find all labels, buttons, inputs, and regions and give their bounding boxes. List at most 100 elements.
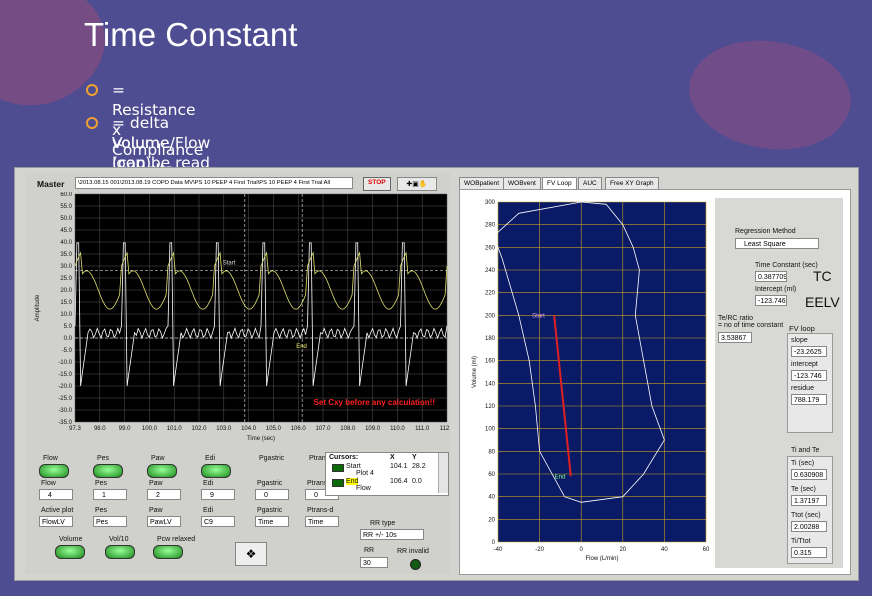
- rr-type-select[interactable]: RR +/- 10s: [360, 529, 424, 540]
- bottom-button-label: Vol/10: [109, 536, 129, 543]
- warning-message: Set Cxy before any calculation!!: [314, 398, 435, 407]
- regression-select[interactable]: Least Square: [735, 238, 819, 249]
- x-tick-label: 110.0: [390, 426, 405, 432]
- te-rc-field: 3.53867: [718, 332, 752, 343]
- x-tick-label: 111.0: [415, 426, 430, 432]
- plot-select-field[interactable]: Time: [255, 516, 289, 527]
- fv-x-tick-label: 60: [703, 547, 710, 553]
- stop-button-label: STOP: [368, 179, 386, 186]
- cursor-row[interactable]: Start Plot 4 104.1 28.2: [326, 463, 436, 478]
- labview-window: Master \2013.08.15 001\2013.08.19 COPD D…: [14, 167, 859, 581]
- plot-select-field[interactable]: Pes: [93, 516, 127, 527]
- ti-field-value: 0.630908: [791, 469, 827, 480]
- file-path-field[interactable]: \2013.08.15 001\2013.08.19 COPD Data MV\…: [75, 177, 353, 189]
- channel-toggle-button[interactable]: [201, 464, 231, 478]
- y-tick-label: 10.0: [60, 312, 72, 318]
- cursor-table[interactable]: Cursors: X Y Start Plot 4 104.1 28.2 End…: [325, 452, 449, 496]
- channel-numeric-label: Edi: [203, 480, 214, 487]
- fv-y-tick-label: 240: [485, 268, 496, 274]
- channel-numeric-field[interactable]: 2: [147, 489, 181, 500]
- bottom-toggle-button[interactable]: [153, 545, 183, 559]
- bottom-toggle-button[interactable]: [105, 545, 135, 559]
- y-tick-label: -30.0: [58, 408, 72, 414]
- fv-x-tick-label: 0: [580, 547, 584, 553]
- fv-x-tick-label: -40: [494, 547, 503, 553]
- plot-select-field[interactable]: C9: [201, 516, 235, 527]
- ti-te-label: Ti and Te: [791, 447, 820, 454]
- y-tick-label: 60.0: [60, 192, 72, 198]
- plot-select-field[interactable]: FlowLV: [39, 516, 73, 527]
- cursor-header-x: X: [390, 454, 395, 461]
- ti-field-label: Te (sec): [791, 486, 816, 493]
- x-tick-label: 108.0: [340, 426, 356, 432]
- toggle-label: Paw: [151, 455, 165, 462]
- intercept-label: Intercept (ml): [755, 286, 797, 293]
- rr-invalid-led: [410, 559, 421, 570]
- stop-button[interactable]: STOP: [363, 177, 391, 191]
- ti-field-value: 2.00288: [791, 521, 827, 532]
- fv-y-tick-label: 0: [492, 540, 496, 546]
- cursor-y: 28.2: [412, 463, 426, 470]
- rr-label: RR: [364, 547, 375, 554]
- channel-numeric-label: Flow: [41, 480, 56, 487]
- master-label: Master: [37, 179, 65, 189]
- fv-y-tick-label: 80: [488, 449, 495, 455]
- bottom-toggle-button[interactable]: [55, 545, 85, 559]
- y-tick-label: -10.0: [58, 360, 72, 366]
- regression-label: Regression Method: [735, 228, 796, 235]
- channel-numeric-field[interactable]: 4: [39, 489, 73, 500]
- x-tick-label: 106.0: [291, 426, 307, 432]
- graph-tools-icon[interactable]: ✚▣✋: [397, 177, 437, 191]
- y-tick-label: 5.0: [64, 324, 73, 330]
- plot-select-label: Paw: [149, 507, 163, 514]
- rr-invalid-label: RR invalid: [397, 548, 429, 555]
- fv-loop-label: FV loop: [789, 324, 815, 333]
- x-tick-label: 97.3: [69, 426, 81, 432]
- y-tick-label: -15.0: [58, 372, 72, 378]
- tc-big-label: TC: [813, 268, 832, 284]
- channel-numeric-field[interactable]: 1: [93, 489, 127, 500]
- fv-y-tick-label: 160: [485, 359, 496, 365]
- fv-x-axis-label: Flow (L/min): [585, 556, 618, 562]
- ti-field-value: 0.315: [791, 547, 827, 558]
- fv-tab-content: 300 280 260 240 220 200 180 160 140 120 100 80 60 40 2…: [459, 189, 851, 575]
- fv-end-label: End: [555, 474, 566, 480]
- navigation-pad-icon[interactable]: ❖: [235, 542, 267, 566]
- channel-numeric-field[interactable]: 0: [255, 489, 289, 500]
- waveform-graph[interactable]: 60.0 55.0 50.0 45.0 40.0 35.0 30.0 25.0 20.0 15.0…: [25, 192, 450, 447]
- cursor-y: 0.0: [412, 478, 422, 485]
- x-tick-label: 103.0: [216, 426, 232, 432]
- x-tick-label: 101.0: [167, 426, 183, 432]
- fv-y-tick-label: 120: [485, 404, 496, 410]
- plot-select-label: Pgastric: [257, 507, 283, 514]
- channel-toggle-button[interactable]: [93, 464, 123, 478]
- tc-label: Time Constant (sec): [755, 262, 818, 269]
- y-tick-label: 15.0: [60, 300, 72, 306]
- channel-numeric-label: Pes: [95, 480, 108, 487]
- ti-field-value: 1.37197: [791, 495, 827, 506]
- plot-select-field[interactable]: PawLV: [147, 516, 181, 527]
- toggle-label: Pgastric: [259, 455, 285, 462]
- cursor-table-scrollbar[interactable]: [438, 453, 448, 493]
- channel-toggle-button[interactable]: [147, 464, 177, 478]
- cursor-row[interactable]: End Flow 106.4 0.0: [326, 478, 436, 493]
- channel-numeric-field[interactable]: 9: [201, 489, 235, 500]
- plot-select-field[interactable]: Time: [305, 516, 339, 527]
- ti-field-label: Ttot (sec): [791, 512, 821, 519]
- x-tick-label: 109.0: [365, 426, 381, 432]
- fv-y-tick-label: 20: [488, 517, 495, 523]
- x-axis-label: Time (sec): [247, 436, 275, 442]
- intercept-field: -123.746: [755, 295, 787, 306]
- fv-field-label: residue: [791, 385, 814, 392]
- bullet-circle-icon: [86, 117, 98, 129]
- eelv-big-label: EELV: [805, 294, 840, 310]
- fv-y-tick-label: 220: [485, 291, 496, 297]
- channel-toggle-button[interactable]: [39, 464, 69, 478]
- fv-field-label: slope: [791, 337, 808, 344]
- fv-loop-graph[interactable]: 3002802602402202001801601401201008060402…: [460, 190, 715, 574]
- plot-select-label: Edi: [203, 507, 214, 514]
- cursor-color-icon: [332, 479, 344, 487]
- tc-field: 0.387709: [755, 271, 787, 282]
- y-tick-label: -20.0: [58, 384, 72, 390]
- fv-y-tick-label: 60: [488, 472, 495, 478]
